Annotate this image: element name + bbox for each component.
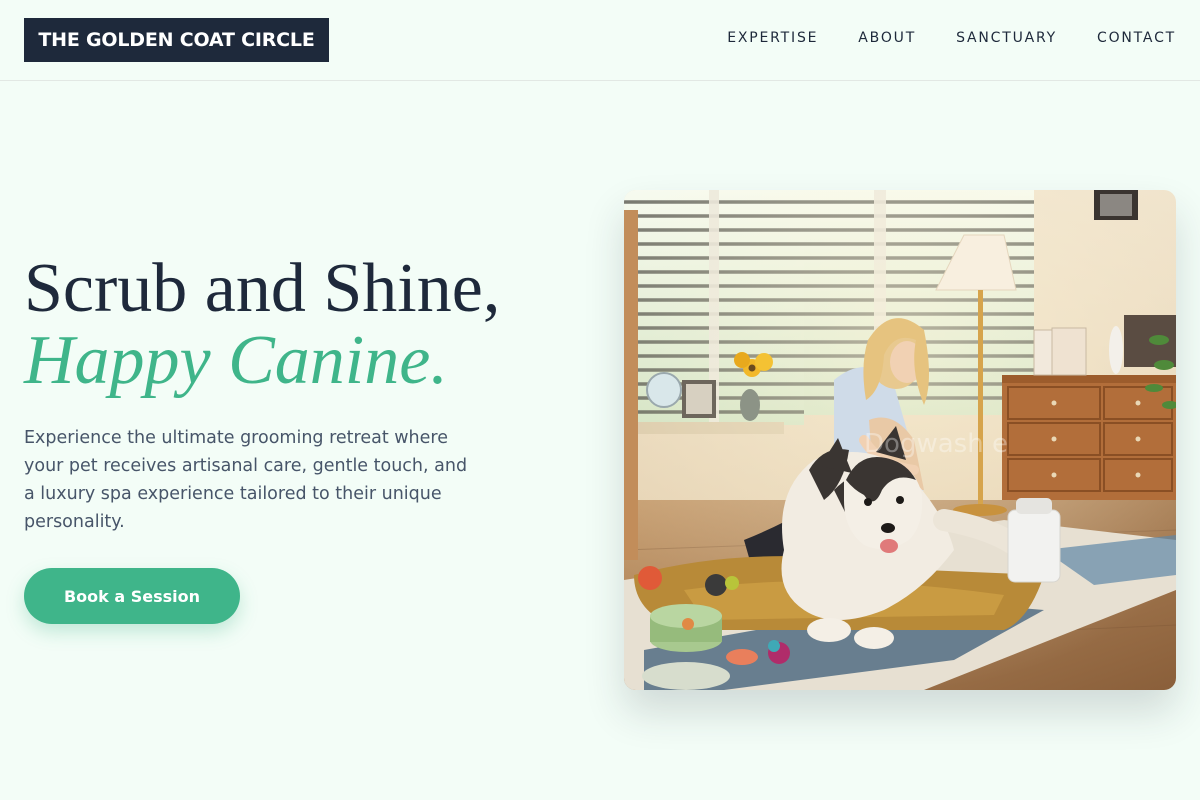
site-header: THE GOLDEN COAT CIRCLE EXPERTISE ABOUT S… (0, 0, 1200, 81)
nav-link-sanctuary[interactable]: SANCTUARY (956, 28, 1057, 48)
hero-title: Scrub and Shine, Happy Canine. (24, 253, 500, 397)
watermark-text: Dogwash e (864, 429, 1008, 459)
hero-photo-illustration: Dogwash e (624, 190, 1176, 690)
brand-logo[interactable]: THE GOLDEN COAT CIRCLE (24, 18, 329, 62)
hero-description: Experience the ultimate grooming retreat… (24, 428, 468, 532)
hero-title-line1: Scrub and Shine, (24, 250, 501, 327)
main-nav: EXPERTISE ABOUT SANCTUARY CONTACT (727, 28, 1176, 48)
hero-photo: Dogwash e (624, 190, 1176, 690)
hero-title-accent: Happy Canine. (24, 322, 448, 399)
nav-link-contact[interactable]: CONTACT (1097, 28, 1176, 48)
nav-link-expertise[interactable]: EXPERTISE (727, 28, 818, 48)
nav-link-about[interactable]: ABOUT (858, 28, 916, 48)
book-session-button[interactable]: Book a Session (24, 568, 240, 624)
